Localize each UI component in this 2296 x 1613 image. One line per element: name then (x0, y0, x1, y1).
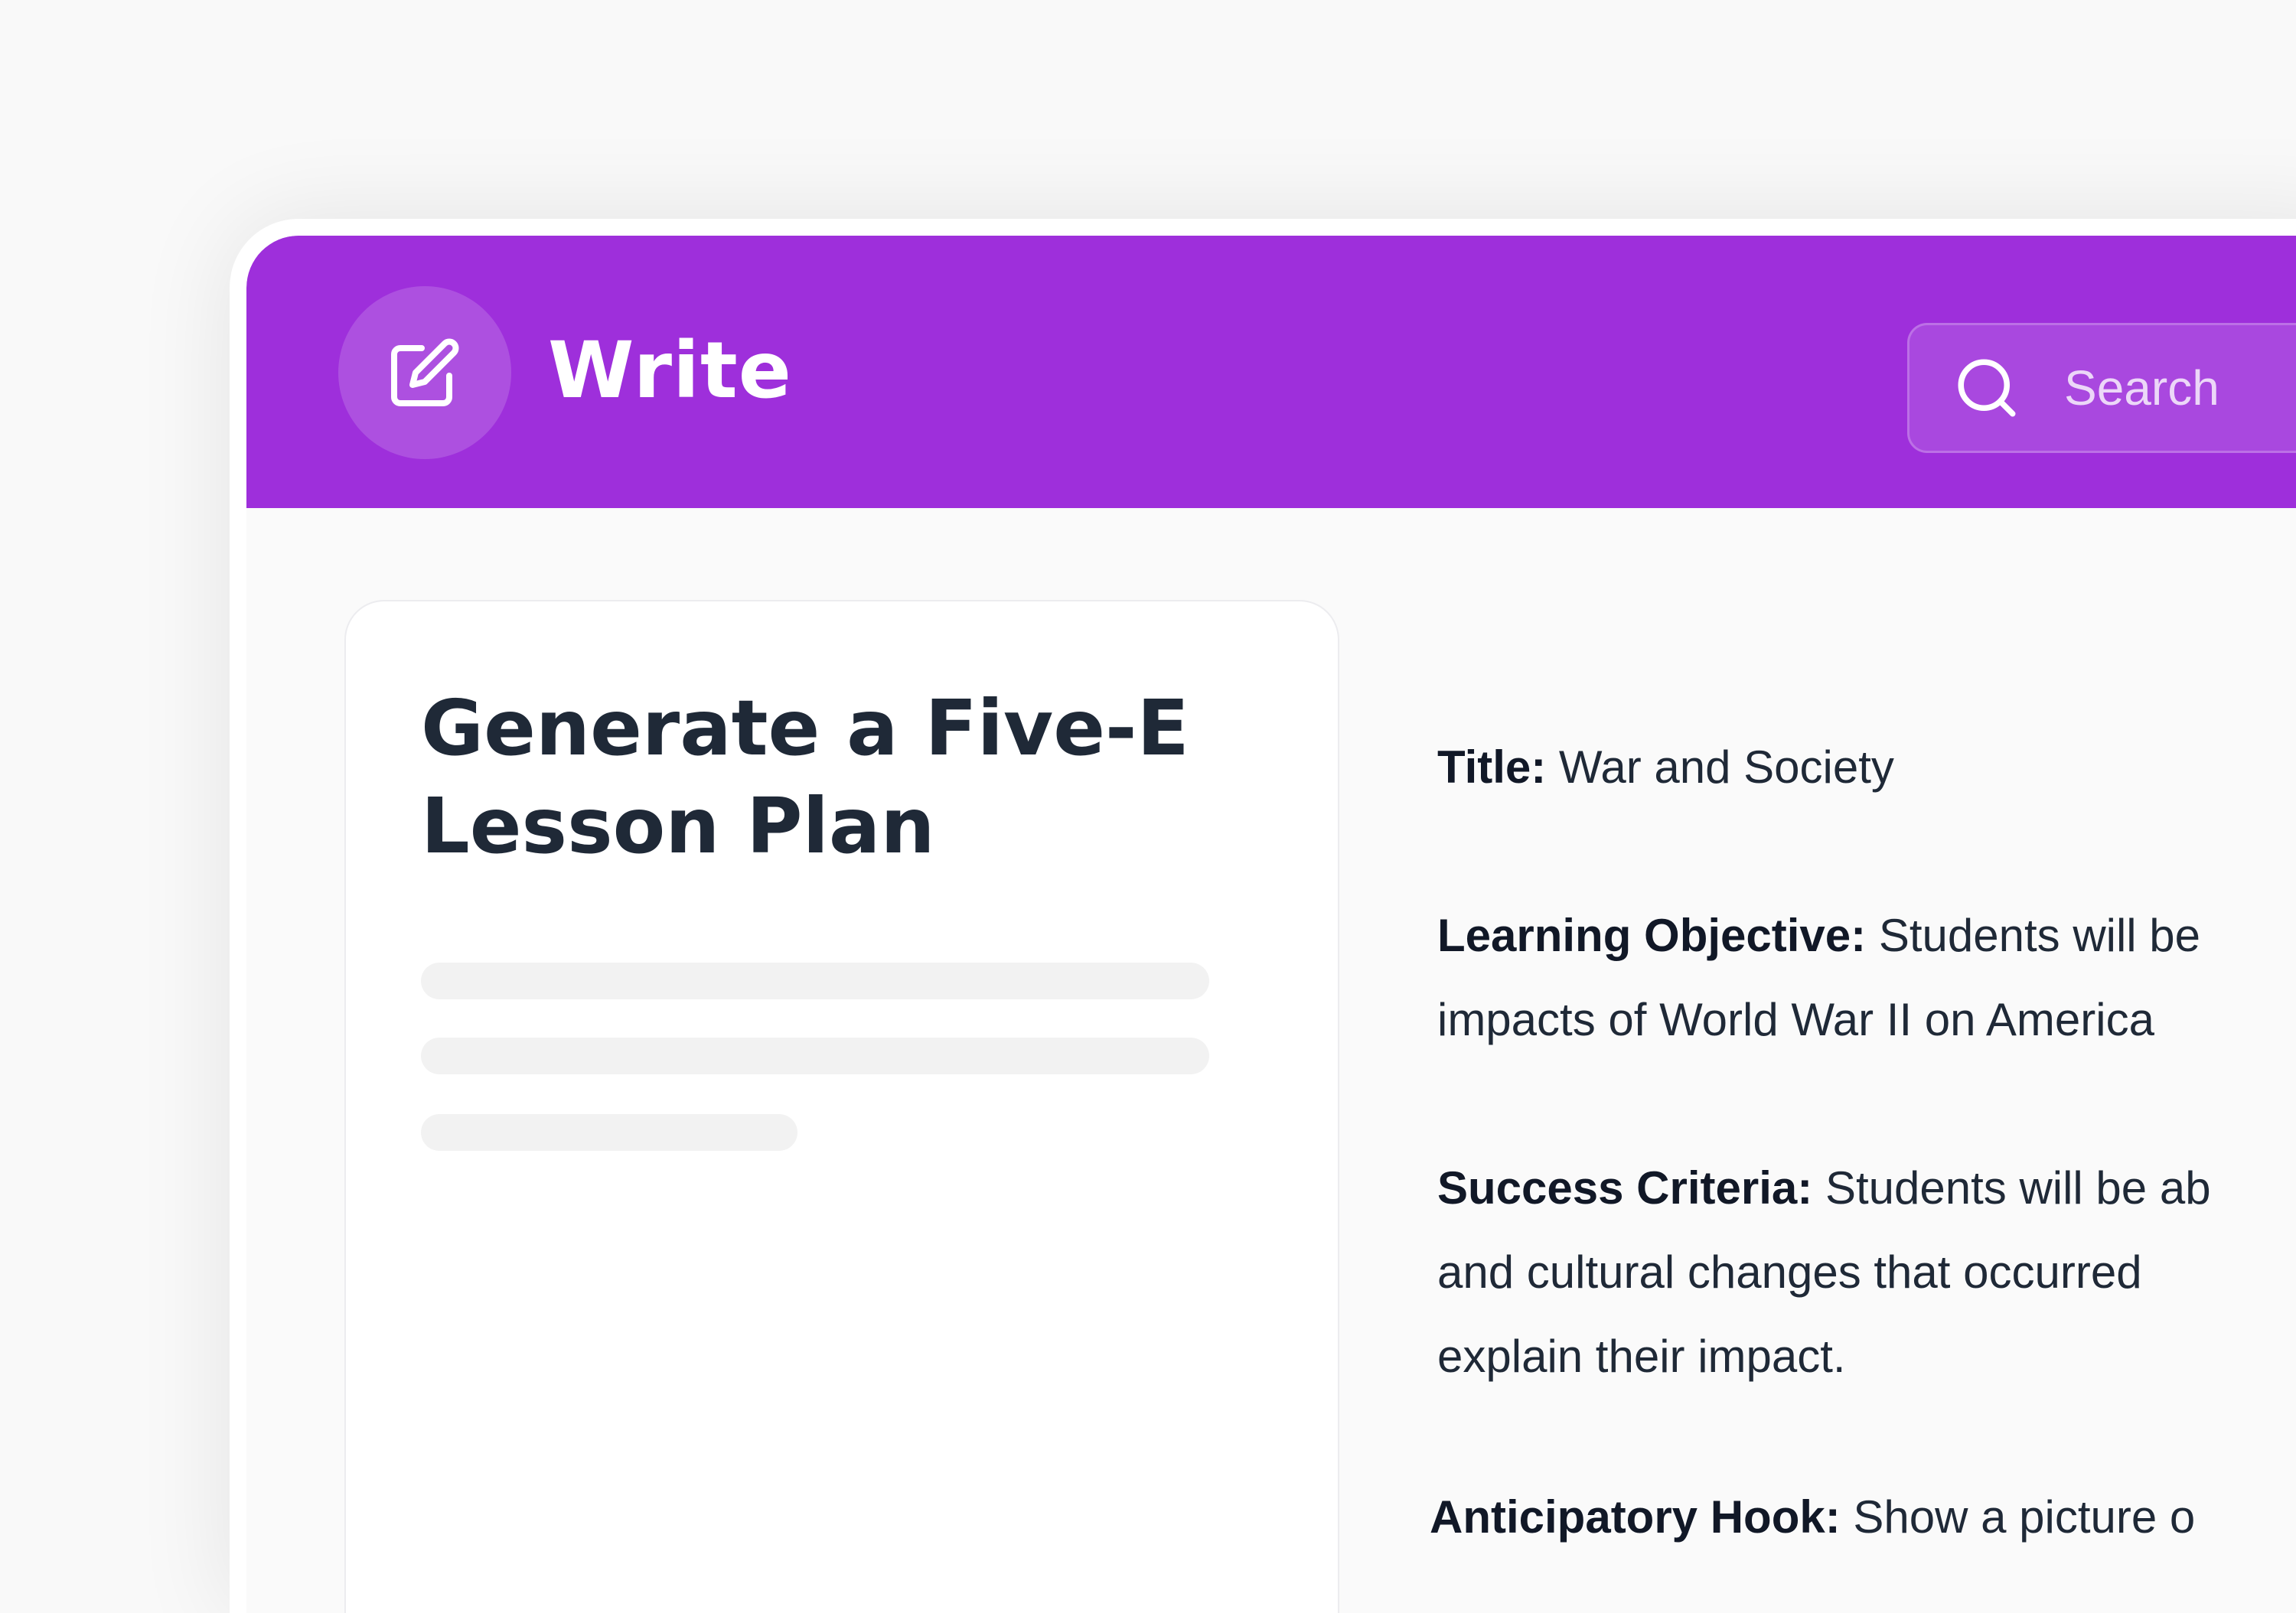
output-learning-objective: Learning Objective: Students will be imp… (1437, 894, 2296, 1062)
app-window: Write Search Generate a Five-E Lesson Pl… (230, 219, 2296, 1613)
section-text: explain their impact. (1437, 1331, 1846, 1382)
app-title: Write (548, 325, 792, 416)
section-text: and cultural changes that occurred (1437, 1246, 2142, 1298)
section-text: Show a picture o (1853, 1491, 2196, 1543)
output-anticipatory-hook: Anticipatory Hook: Show a picture o (1430, 1475, 2296, 1559)
section-label: Title: (1437, 741, 1547, 793)
section-label: Learning Objective: (1437, 910, 1867, 961)
search-icon (1952, 354, 2021, 422)
section-text: impacts of World War II on America (1437, 994, 2154, 1045)
app-header: Write Search (246, 236, 2296, 508)
search-placeholder: Search (2064, 360, 2219, 415)
section-text: War and Society (1558, 741, 1894, 793)
output-title: Title: War and Society (1437, 725, 2296, 810)
edit-icon (388, 336, 461, 409)
output-success-criteria: Success Criteria: Students will be ab an… (1437, 1146, 2296, 1399)
section-text: Students will be (1878, 910, 2201, 961)
section-label: Success Criteria: (1437, 1162, 1813, 1214)
loading-line (421, 1114, 797, 1151)
loading-line (421, 963, 1209, 999)
section-text: Students will be ab (1825, 1162, 2211, 1214)
card-title: Generate a Five-E Lesson Plan (421, 683, 1189, 871)
lesson-plan-card[interactable]: Generate a Five-E Lesson Plan (344, 600, 1339, 1613)
generated-output: Title: War and Society Learning Objectiv… (1430, 725, 2296, 1613)
app-icon[interactable] (338, 286, 511, 459)
search-input[interactable]: Search (1907, 323, 2296, 453)
section-label: Anticipatory Hook: (1430, 1491, 1841, 1543)
loading-line (421, 1038, 1209, 1074)
